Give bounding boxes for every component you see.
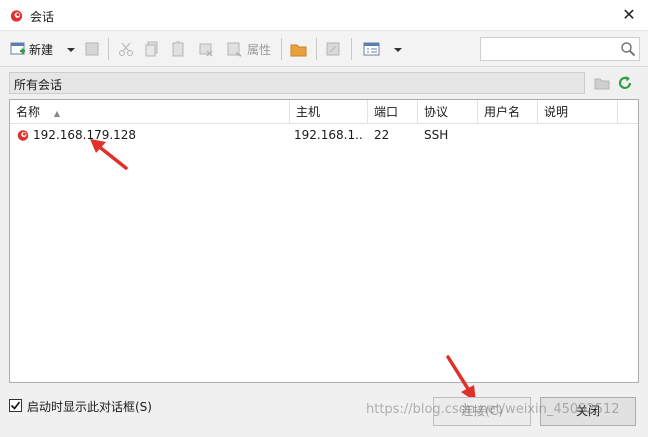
window-title: 会话 [30, 10, 55, 24]
paste-icon[interactable] [170, 39, 186, 59]
column-header-username[interactable]: 用户名 [478, 100, 538, 124]
search-input[interactable] [480, 37, 640, 61]
startup-checkbox-label[interactable]: 启动时显示此对话框(S) [27, 398, 152, 415]
open-icon[interactable] [325, 39, 341, 59]
properties-icon[interactable] [226, 39, 242, 59]
checkmark-icon [10, 401, 21, 410]
session-icon [17, 130, 29, 141]
new-session-icon[interactable] [10, 39, 26, 59]
close-window-button[interactable]: ✕ [618, 4, 640, 26]
session-description [544, 124, 614, 146]
session-path-bar: 所有会话 [9, 72, 585, 94]
copy-icon[interactable] [144, 39, 160, 59]
folder-up-icon[interactable] [594, 75, 610, 91]
list-header: 名称 ▲ 主机 端口 协议 用户名 说明 [10, 100, 638, 124]
toolbar-separator [316, 38, 317, 60]
search-icon[interactable] [620, 41, 636, 57]
properties-button[interactable]: 属性 [247, 41, 271, 58]
column-header-host[interactable]: 主机 [290, 100, 368, 124]
session-port: 22 [374, 128, 390, 142]
view-mode-icon[interactable] [363, 39, 381, 59]
column-header-port[interactable]: 端口 [368, 100, 418, 124]
sort-ascending-icon: ▲ [53, 109, 60, 118]
toolbar: 新建 属性 [0, 31, 648, 67]
refresh-icon[interactable] [617, 75, 633, 91]
cut-icon[interactable] [118, 39, 134, 59]
app-logo-icon [10, 10, 23, 22]
column-header-description[interactable]: 说明 [538, 100, 618, 124]
session-host: 192.168.1... [294, 128, 364, 142]
session-protocol: SSH [424, 128, 449, 142]
toolbar-separator [108, 38, 109, 60]
new-dropdown-icon[interactable] [66, 39, 76, 59]
path-label: 所有会话 [14, 78, 63, 92]
session-name: 192.168.179.128 [33, 128, 137, 142]
title-bar: 会话 ✕ [0, 0, 648, 31]
view-dropdown-icon[interactable] [393, 39, 403, 59]
copy-session-icon[interactable] [84, 39, 100, 59]
new-folder-icon[interactable] [290, 39, 307, 59]
column-header-name[interactable]: 名称 ▲ [10, 100, 290, 124]
annotation-arrow-session [90, 139, 128, 170]
toolbar-separator [351, 38, 352, 60]
startup-checkbox[interactable] [9, 399, 22, 412]
new-button[interactable]: 新建 [29, 41, 53, 58]
session-username [484, 124, 534, 146]
column-header-label: 名称 [16, 105, 41, 119]
watermark-text: https://blog.csdn.net/weixin_45092512 [366, 402, 620, 417]
delete-icon[interactable] [198, 39, 214, 59]
column-header-protocol[interactable]: 协议 [418, 100, 478, 124]
toolbar-separator [281, 38, 282, 60]
